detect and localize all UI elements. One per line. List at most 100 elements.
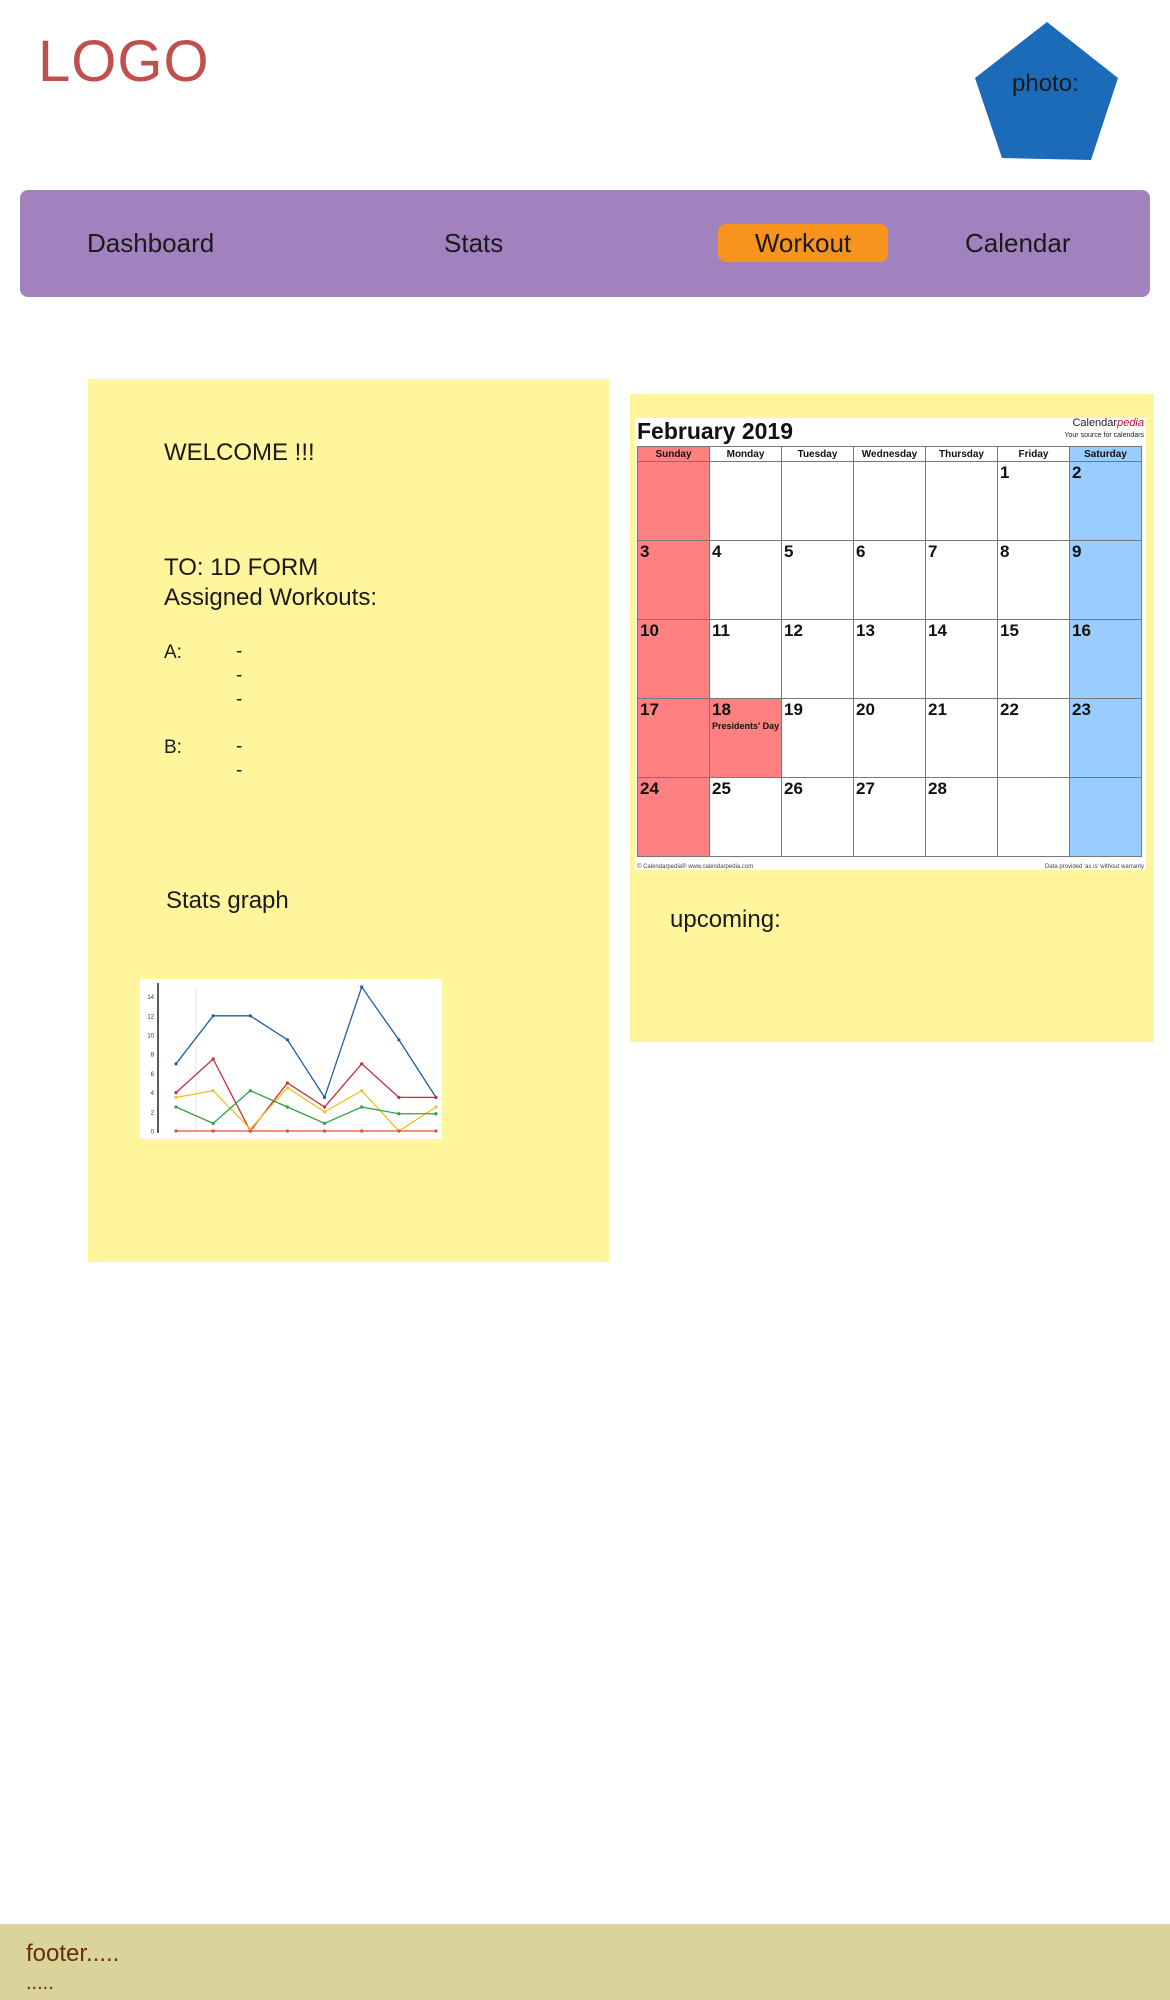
calendar-day[interactable]: 1 [997,461,1070,541]
calendar-grid: Sunday Monday Tuesday Wednesday Thursday Frid… [637,446,1142,857]
calendar-day[interactable]: 8 [997,540,1070,620]
day-number: 20 [856,700,875,719]
weekday-header: Sunday [637,446,710,462]
day-number: 22 [1000,700,1019,719]
day-number: 24 [640,779,659,798]
data-point [360,1129,364,1133]
calendar-day[interactable] [925,461,998,541]
day-number: 26 [784,779,803,798]
y-tick-label: 4 [151,1091,155,1097]
day-number: 14 [928,621,947,640]
data-point [248,1089,252,1093]
calendar-day[interactable]: 25 [709,777,782,857]
day-number: 1 [1000,463,1010,482]
data-point [322,1110,327,1114]
calendar-day[interactable]: 21 [925,698,998,778]
day-number: 9 [1072,542,1082,561]
calendar-day[interactable]: 19 [781,698,854,778]
calendar-day[interactable]: 12 [781,619,854,699]
calendar-day[interactable]: 28 [925,777,998,857]
calendar-day[interactable]: 10 [637,619,710,699]
calendar-day[interactable]: 18 Presidents' Day [709,698,782,778]
group-b-label: B: [164,737,182,758]
weekday-header: Monday [709,446,782,462]
calendar-day[interactable]: 4 [709,540,782,620]
calendar-day[interactable]: 11 [709,619,782,699]
day-number: 7 [928,542,938,561]
day-number: 11 [712,621,730,640]
data-point [322,1121,327,1125]
calendar-day[interactable] [781,461,854,541]
day-number: 13 [856,621,875,640]
calendar-day[interactable] [709,461,782,541]
calendar-day[interactable]: 5 [781,540,854,620]
calendar-day[interactable]: 6 [853,540,926,620]
weekday-header: Thursday [925,446,998,462]
form-line: TO: 1D FORM [164,554,319,581]
data-point [360,1105,364,1109]
assigned-workouts-heading: Assigned Workouts: [164,584,377,611]
weekday-header: Tuesday [781,446,854,462]
calendar-footer-left: © Calendarpedia® www.calendarpedia.com [637,864,754,870]
calendar-day[interactable]: 26 [781,777,854,857]
day-number: 2 [1072,463,1082,482]
profile-photo[interactable]: photo: [972,20,1122,164]
nav-workout[interactable]: Workout [718,224,888,262]
calendar-title: February 2019 [637,418,793,444]
data-point [174,1129,178,1133]
calendar-week: 24 25 26 27 28 [637,777,1142,857]
welcome-heading: WELCOME !!! [164,439,315,466]
calendar-day[interactable]: 13 [853,619,926,699]
y-tick-label: 10 [147,1034,154,1040]
calendar-day[interactable]: 22 [997,698,1070,778]
group-b-item: - [236,760,243,781]
data-point [174,1095,178,1099]
calendar-day[interactable]: 9 [1069,540,1142,620]
nav-stats[interactable]: Stats [444,228,503,259]
footer: footer..... ..... [0,1924,1170,2000]
calendar-day[interactable] [637,461,710,541]
data-point [211,1129,215,1133]
brand-name: Calendar [1072,417,1118,429]
calendar-day[interactable]: 2 [1069,461,1142,541]
data-point [434,1095,438,1099]
data-point [211,1057,215,1061]
group-a-item: - [236,641,243,662]
calendar-day[interactable]: 16 [1069,619,1142,699]
calendar-day[interactable] [853,461,926,541]
holiday-label: Presidents' Day [712,721,780,731]
data-point [285,1086,290,1090]
data-point [434,1129,438,1133]
calendar-day[interactable]: 20 [853,698,926,778]
y-tick-label: 14 [147,995,154,1001]
weekday-header: Wednesday [853,446,926,462]
calendar-day[interactable]: 7 [925,540,998,620]
calendar-day[interactable]: 23 [1069,698,1142,778]
calendar-day[interactable] [997,777,1070,857]
calendar-day[interactable]: 14 [925,619,998,699]
calendar-day[interactable]: 15 [997,619,1070,699]
group-a-item: - [236,689,243,710]
stats-chart: 0 2 4 6 8 10 12 14 [140,979,442,1139]
day-number: 27 [856,779,875,798]
data-point [285,1129,290,1133]
nav-calendar[interactable]: Calendar [965,228,1071,259]
calendar-day[interactable]: 3 [637,540,710,620]
data-point [397,1095,401,1099]
data-point [174,1062,178,1066]
calendar-day[interactable]: 17 [637,698,710,778]
calendar-week: 17 18 Presidents' Day 19 20 21 22 23 [637,698,1142,778]
series-line [175,985,437,1099]
data-point [285,1081,290,1085]
data-point [285,1105,290,1109]
calendar-week: 12 [637,461,1142,541]
nav-dashboard[interactable]: Dashboard [87,228,214,259]
day-number: 10 [640,621,659,640]
calendar-week: 3 4 5 6 7 8 9 [637,540,1142,620]
calendar-day[interactable]: 27 [853,777,926,857]
calendar-day[interactable] [1069,777,1142,857]
calendar-day[interactable]: 24 [637,777,710,857]
data-point [211,1014,215,1018]
logo: LOGO [38,29,210,94]
day-number: 23 [1072,700,1091,719]
